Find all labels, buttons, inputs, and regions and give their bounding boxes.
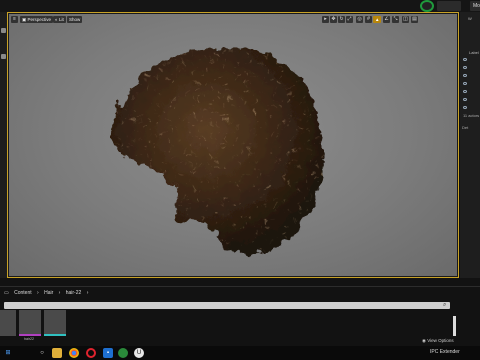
asset-tile-3[interactable] [44,310,66,336]
app-icon[interactable] [118,348,128,358]
breadcrumb: ▭ Content › Hair › hair-22 › [4,289,92,297]
breadcrumb-separator: › [58,290,61,296]
asset-tile-2[interactable] [19,310,41,336]
tool-icon-2[interactable] [1,54,6,59]
hair-groom-render [111,48,324,254]
outliner-panel: W Label 11 actors Det [460,12,480,278]
folder-icon[interactable]: ▭ [4,290,9,296]
top-button-blank[interactable] [437,1,461,11]
breadcrumb-hair[interactable]: Hair [44,290,53,296]
tool-icon-1[interactable] [1,28,6,33]
asset-type-bar [19,334,41,336]
breadcrumb-separator: › [86,290,89,296]
title-bar: Mo [0,0,480,12]
actor-count: 11 actors [463,113,480,118]
visibility-eye-icon[interactable] [463,98,467,101]
unreal-icon[interactable]: U [134,348,144,358]
level-viewport[interactable]: ≡ ▣ Perspective ◐ Lit Show ▸ ✥ ↻ ⤢ ◎ # ▲… [9,14,457,276]
visibility-eye-icon[interactable] [463,66,467,69]
view-options-label: View Options [427,338,454,343]
breadcrumb-separator: › [37,290,39,296]
visibility-eye-icon[interactable] [463,106,467,109]
details-tab[interactable]: Det [462,125,468,130]
visibility-eye-icon[interactable] [463,90,467,93]
settings-icon[interactable]: ▪ [103,348,113,358]
breadcrumb-content[interactable]: Content [14,290,32,296]
tray-text: IPC Extender [430,349,460,355]
taskbar: ⊞ ○ ▪ U IPC Extender [0,346,480,360]
visibility-eye-icon[interactable] [463,74,467,77]
visibility-eye-icon[interactable] [463,58,467,61]
asset-label: hair22 [24,337,34,341]
view-options-button[interactable]: ◉ View Options [422,338,454,344]
asset-search-input[interactable] [4,302,450,309]
chrome-icon[interactable] [69,348,79,358]
search-icon[interactable]: ⌕ [443,302,446,309]
breadcrumb-hair-22[interactable]: hair-22 [66,290,82,296]
user-avatar[interactable] [420,0,434,12]
top-button-mode[interactable]: Mo [470,1,480,11]
outliner-label-column: Label [469,50,479,55]
scrollbar[interactable] [453,316,456,336]
left-tool-strip [0,12,7,278]
outliner-tab[interactable]: W [468,16,472,21]
asset-type-bar [44,334,66,336]
windows-icon[interactable]: ⊞ [3,348,13,358]
file-explorer-icon[interactable] [52,348,62,358]
search-icon[interactable]: ○ [37,348,47,358]
content-browser-divider [0,286,480,287]
asset-tile-1[interactable] [0,310,16,336]
visibility-eye-icon[interactable] [463,82,467,85]
opera-icon[interactable] [86,348,96,358]
